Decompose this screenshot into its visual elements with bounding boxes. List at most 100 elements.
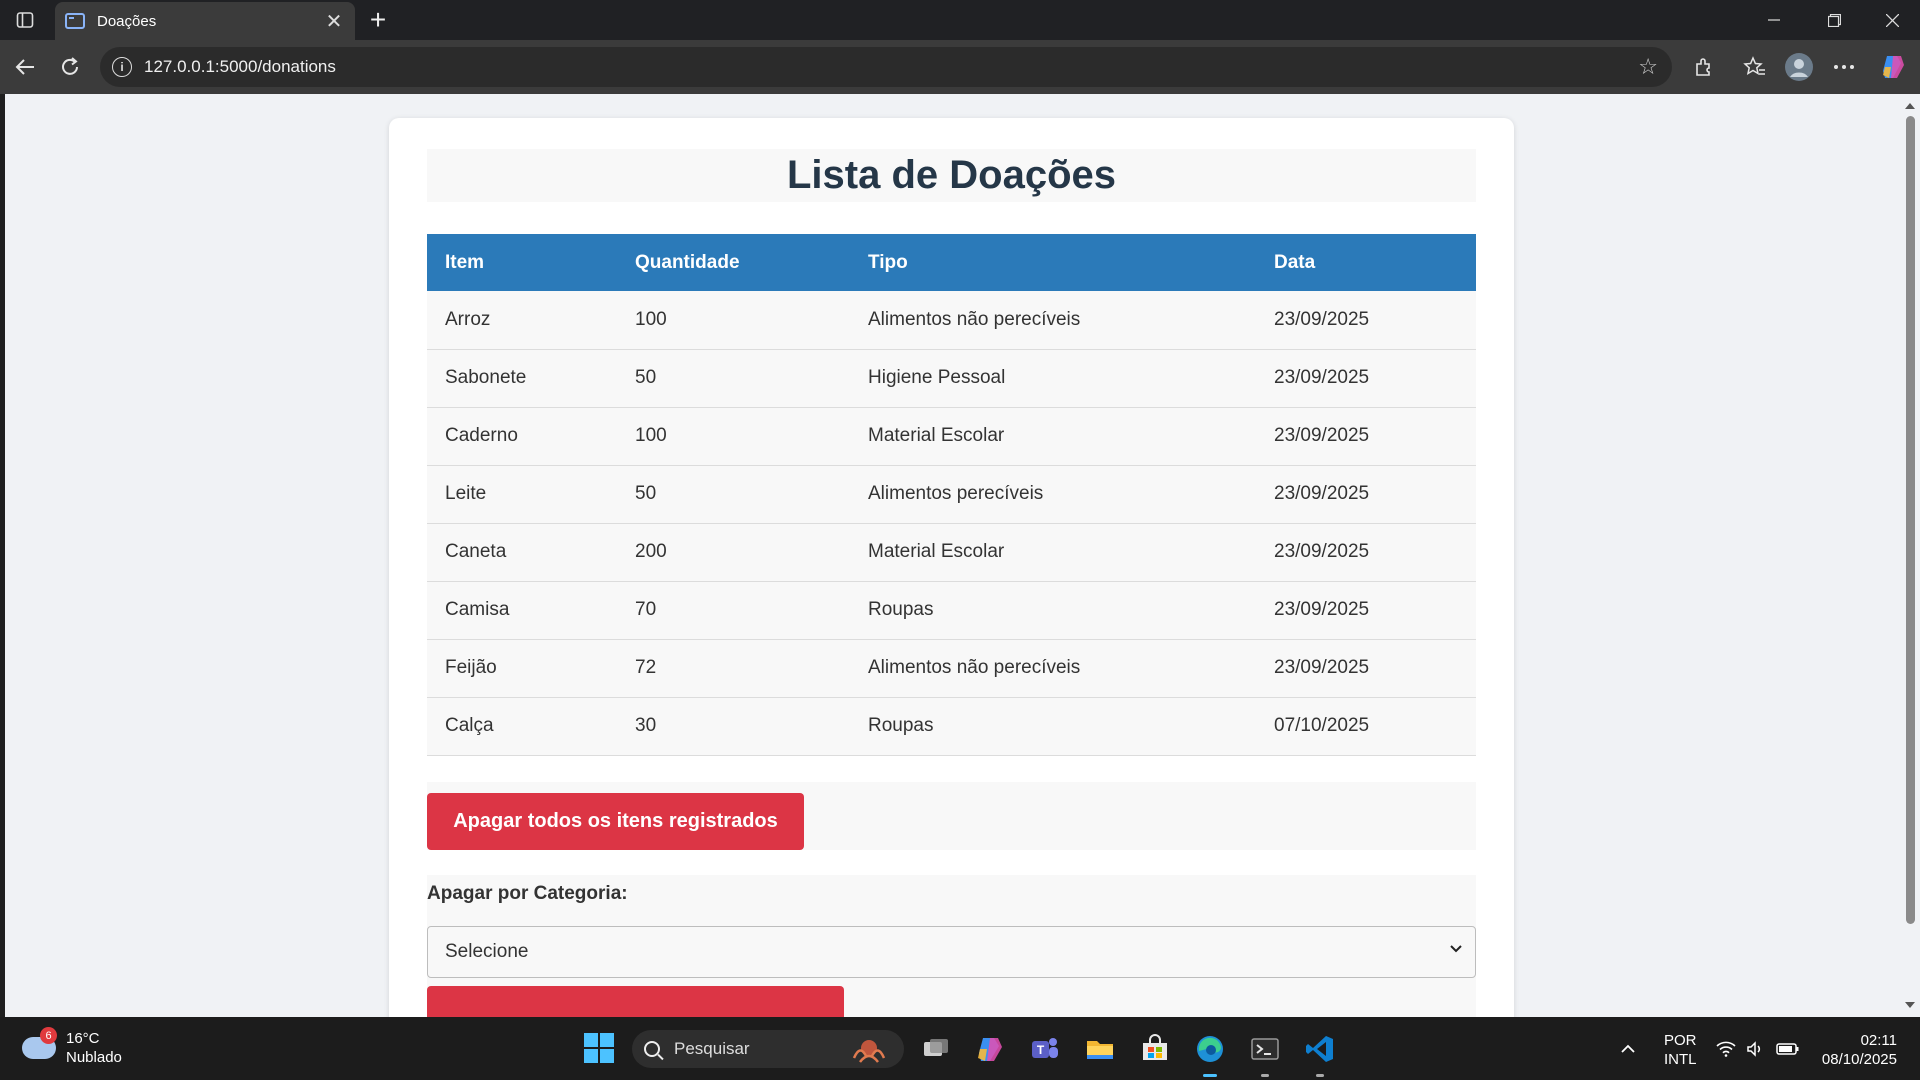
cell-type: Roupas — [850, 581, 1256, 640]
tray-chevron-icon[interactable] — [1620, 1017, 1636, 1080]
favorites-icon[interactable] — [1738, 50, 1772, 84]
cell-quantity: 100 — [617, 291, 850, 350]
cell-type: Alimentos não perecíveis — [850, 639, 1256, 698]
edge-icon[interactable] — [1194, 1033, 1226, 1077]
table-row: Leite 50 Alimentos perecíveis 23/09/2025 — [427, 465, 1476, 524]
clock-date: 08/10/2025 — [1821, 1051, 1897, 1068]
cell-item: Sabonete — [427, 349, 617, 408]
column-header-date: Data — [1256, 234, 1476, 291]
column-header-type: Tipo — [850, 234, 1256, 291]
donations-card: Lista de Doações Item Quantidade Tipo Da… — [389, 118, 1514, 1017]
browser-tab-bar: Doações ✕ + — [0, 0, 1920, 40]
profile-avatar-icon[interactable] — [1782, 50, 1816, 84]
store-icon[interactable] — [1139, 1033, 1171, 1065]
wifi-icon[interactable] — [1716, 1017, 1736, 1080]
cell-type: Alimentos não perecíveis — [850, 291, 1256, 350]
address-url[interactable]: 127.0.0.1:5000/donations — [144, 57, 1638, 77]
cell-quantity: 70 — [617, 581, 850, 640]
table-row: Feijão 72 Alimentos não perecíveis 23/09… — [427, 639, 1476, 698]
table-row: Camisa 70 Roupas 23/09/2025 — [427, 581, 1476, 640]
weather-description: Nublado — [66, 1049, 122, 1066]
address-bar[interactable]: i 127.0.0.1:5000/donations ☆ — [100, 47, 1672, 87]
cell-date: 23/09/2025 — [1256, 291, 1476, 350]
tab-title: Doações — [97, 12, 157, 30]
weather-temperature: 16°C — [66, 1030, 100, 1047]
cell-item: Feijão — [427, 639, 617, 698]
teams-icon[interactable]: T — [1029, 1033, 1061, 1065]
keyboard-layout: INTL — [1664, 1051, 1697, 1068]
language-code: POR — [1664, 1032, 1697, 1049]
page-viewport: Lista de Doações Item Quantidade Tipo Da… — [5, 94, 1920, 1017]
language-indicator[interactable]: POR INTL — [1664, 1031, 1697, 1069]
cell-quantity: 50 — [617, 349, 850, 408]
cell-quantity: 200 — [617, 523, 850, 582]
cell-item: Arroz — [427, 291, 617, 350]
svg-text:T: T — [1037, 1043, 1045, 1057]
category-label: Apagar por Categoria: — [427, 883, 628, 904]
delete-by-category-section: Apagar por Categoria: Selecione — [427, 875, 1476, 1017]
scroll-down-icon[interactable] — [1904, 999, 1916, 1011]
cell-quantity: 72 — [617, 639, 850, 698]
cell-date: 23/09/2025 — [1256, 639, 1476, 698]
tab-donations[interactable]: Doações ✕ — [55, 2, 355, 40]
tab-favicon-icon — [65, 13, 85, 29]
cell-type: Material Escolar — [850, 407, 1256, 466]
scrollbar-thumb[interactable] — [1906, 116, 1915, 924]
weather-widget[interactable]: 6 16°C Nublado — [22, 1027, 122, 1067]
search-highlight-icon — [852, 1040, 886, 1063]
extensions-icon[interactable] — [1686, 50, 1720, 84]
cell-quantity: 100 — [617, 407, 850, 466]
sidebar-toggle-icon[interactable] — [8, 4, 42, 36]
windows-taskbar: 6 16°C Nublado Pesquisar T POR INTL 02:1… — [0, 1017, 1920, 1080]
more-icon[interactable] — [1827, 50, 1861, 84]
table-row: Arroz 100 Alimentos não perecíveis 23/09… — [427, 291, 1476, 350]
vscode-icon[interactable] — [1304, 1033, 1336, 1077]
category-select-value: Selecione — [445, 941, 529, 962]
page-title-box: Lista de Doações — [427, 149, 1476, 202]
battery-icon[interactable] — [1776, 1017, 1800, 1080]
page-scrollbar[interactable] — [1900, 94, 1920, 1017]
cell-type: Roupas — [850, 697, 1256, 756]
reload-icon[interactable] — [53, 50, 87, 84]
donations-table: Item Quantidade Tipo Data Arroz 100 Alim… — [427, 234, 1476, 756]
tab-close-button[interactable]: ✕ — [323, 9, 345, 34]
windows-start-icon[interactable] — [584, 1033, 614, 1063]
category-select[interactable]: Selecione — [427, 926, 1476, 978]
cell-quantity: 50 — [617, 465, 850, 524]
table-header-row: Item Quantidade Tipo Data — [427, 234, 1476, 291]
delete-all-button[interactable]: Apagar todos os itens registrados — [427, 793, 804, 850]
taskbar-search[interactable]: Pesquisar — [632, 1030, 904, 1068]
weather-cloud-icon: 6 — [22, 1027, 57, 1059]
table-row: Calça 30 Roupas 07/10/2025 — [427, 697, 1476, 756]
column-header-quantity: Quantidade — [617, 234, 850, 291]
volume-icon[interactable] — [1746, 1017, 1764, 1080]
cell-item: Caneta — [427, 523, 617, 582]
restore-button[interactable] — [1806, 0, 1862, 40]
delete-category-button[interactable] — [427, 986, 844, 1017]
cell-type: Material Escolar — [850, 523, 1256, 582]
cell-date: 07/10/2025 — [1256, 697, 1476, 756]
taskbar-clock[interactable]: 02:11 08/10/2025 — [1815, 1031, 1897, 1069]
cell-date: 23/09/2025 — [1256, 465, 1476, 524]
page-title: Lista de Doações — [786, 153, 1116, 197]
minimize-button[interactable] — [1746, 0, 1802, 40]
back-icon[interactable] — [8, 50, 42, 84]
cell-date: 23/09/2025 — [1256, 349, 1476, 408]
favorite-star-icon[interactable]: ☆ — [1638, 54, 1658, 80]
task-view-icon[interactable] — [920, 1033, 952, 1065]
cell-quantity: 30 — [617, 697, 850, 756]
search-placeholder: Pesquisar — [674, 1039, 750, 1058]
search-icon — [644, 1041, 660, 1057]
close-window-button[interactable] — [1864, 0, 1920, 40]
new-tab-button[interactable]: + — [362, 4, 394, 36]
terminal-icon[interactable] — [1249, 1033, 1281, 1077]
cell-type: Higiene Pessoal — [850, 349, 1256, 408]
file-explorer-icon[interactable] — [1084, 1033, 1116, 1065]
copilot-app-icon[interactable] — [974, 1033, 1006, 1065]
scroll-up-icon[interactable] — [1904, 100, 1916, 112]
weather-badge: 6 — [40, 1027, 57, 1044]
copilot-icon[interactable] — [1876, 50, 1910, 84]
table-row: Sabonete 50 Higiene Pessoal 23/09/2025 — [427, 349, 1476, 408]
cell-date: 23/09/2025 — [1256, 581, 1476, 640]
info-icon[interactable]: i — [112, 57, 132, 77]
